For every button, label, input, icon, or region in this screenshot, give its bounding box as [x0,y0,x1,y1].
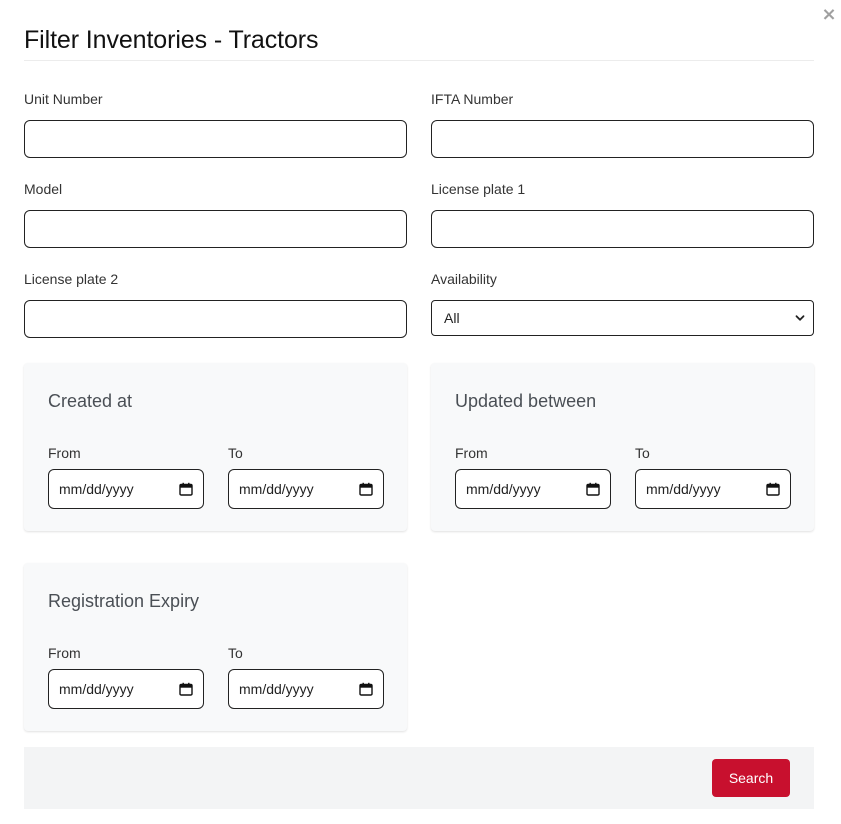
date-placeholder: mm/dd/yyyy [646,481,721,497]
availability-field: Availability All [431,271,814,336]
unit-number-label: Unit Number [24,91,103,107]
calendar-icon[interactable] [766,482,780,496]
license-plate-2-field: License plate 2 [24,271,407,338]
license-plate-2-label: License plate 2 [24,271,119,287]
date-placeholder: mm/dd/yyyy [466,481,541,497]
registration-expiry-title: Registration Expiry [48,591,200,611]
created-at-from-input[interactable]: mm/dd/yyyy [48,469,204,509]
registration-expiry-to-input[interactable]: mm/dd/yyyy [228,669,384,709]
date-placeholder: mm/dd/yyyy [59,681,134,697]
calendar-icon[interactable] [359,682,373,696]
updated-between-to-label: To [635,445,650,461]
unit-number-field: Unit Number [24,91,407,158]
created-at-to-label: To [228,445,243,461]
registration-expiry-from-input[interactable]: mm/dd/yyyy [48,669,204,709]
calendar-icon[interactable] [179,682,193,696]
calendar-icon[interactable] [359,482,373,496]
registration-expiry-to-group: To mm/dd/yyyy [228,645,384,709]
model-input[interactable] [24,210,407,248]
updated-between-from-input[interactable]: mm/dd/yyyy [455,469,611,509]
created-at-from-group: From mm/dd/yyyy [48,445,204,509]
created-at-card: Created at From mm/dd/yyyy To mm/dd/yyyy [24,363,407,531]
close-button[interactable]: × [820,6,838,24]
license-plate-1-label: License plate 1 [431,181,526,197]
registration-expiry-from-label: From [48,645,81,661]
license-plate-1-input[interactable] [431,210,814,248]
updated-between-from-group: From mm/dd/yyyy [455,445,611,509]
close-icon: × [821,4,837,25]
registration-expiry-card: Registration Expiry From mm/dd/yyyy To m… [24,563,407,731]
updated-between-to-input[interactable]: mm/dd/yyyy [635,469,791,509]
updated-between-title: Updated between [455,391,597,411]
date-placeholder: mm/dd/yyyy [59,481,134,497]
dialog-footer: Search [24,747,814,809]
availability-select[interactable]: All [431,300,814,336]
dialog-title: Filter Inventories - Tractors [24,26,319,54]
license-plate-2-input[interactable] [24,300,407,338]
created-at-from-label: From [48,445,81,461]
date-placeholder: mm/dd/yyyy [239,681,314,697]
calendar-icon[interactable] [179,482,193,496]
availability-label: Availability [431,271,497,287]
availability-selected-value: All [444,310,460,326]
unit-number-input[interactable] [24,120,407,158]
date-placeholder: mm/dd/yyyy [239,481,314,497]
license-plate-1-field: License plate 1 [431,181,814,248]
title-divider [24,60,814,61]
updated-between-from-label: From [455,445,488,461]
updated-between-card: Updated between From mm/dd/yyyy To mm/dd… [431,363,814,531]
registration-expiry-from-group: From mm/dd/yyyy [48,645,204,709]
ifta-number-label: IFTA Number [431,91,514,107]
created-at-to-input[interactable]: mm/dd/yyyy [228,469,384,509]
registration-expiry-to-label: To [228,645,243,661]
updated-between-to-group: To mm/dd/yyyy [635,445,791,509]
ifta-number-input[interactable] [431,120,814,158]
model-field: Model [24,181,407,248]
ifta-number-field: IFTA Number [431,91,814,158]
calendar-icon[interactable] [586,482,600,496]
model-label: Model [24,181,63,197]
search-button[interactable]: Search [712,759,790,797]
created-at-to-group: To mm/dd/yyyy [228,445,384,509]
created-at-title: Created at [48,391,133,411]
chevron-down-icon [795,315,805,321]
